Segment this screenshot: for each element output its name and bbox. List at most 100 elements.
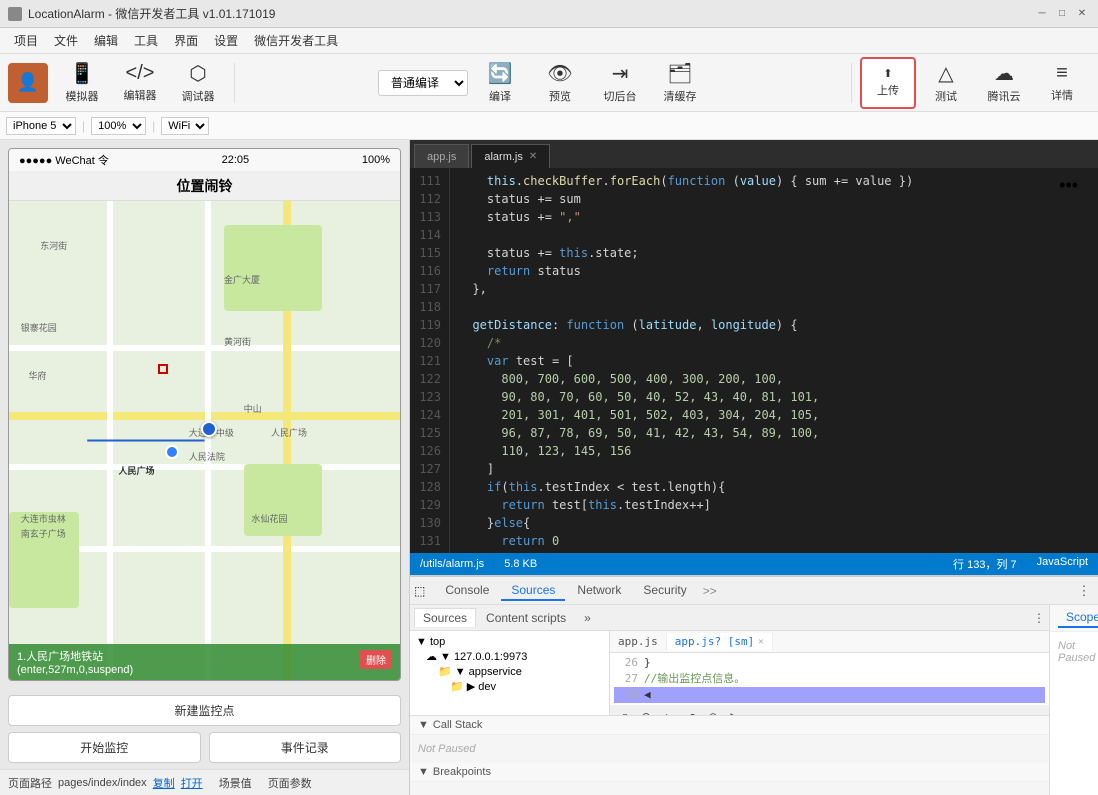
toolbar-right: ⬆ 上传 △ 测试 ☁ 腾讯云 ≡ 详情 <box>860 57 1090 109</box>
nav-title: 位置闹铃 <box>177 176 233 196</box>
page-path-label: 页面路径 <box>8 775 52 791</box>
compile-button[interactable]: 🔄 编译 <box>472 57 528 109</box>
user-avatar[interactable]: 👤 <box>8 63 48 103</box>
clearcache-icon: 🗂 <box>667 61 692 86</box>
tree-item-localhost[interactable]: ☁ ▼ 127.0.0.1:9973 <box>414 649 605 664</box>
devtools-tab-security[interactable]: Security <box>633 581 696 601</box>
cutback-button[interactable]: ⇥ 切后台 <box>592 57 648 109</box>
sources-options-icon[interactable]: ⋮ <box>1033 611 1045 625</box>
zoom-select-input[interactable]: 100% <box>91 117 146 135</box>
copy-path-link[interactable]: 复制 <box>153 775 175 791</box>
devtools-tabs: ⬚ Console Sources Network Security >> ⋮ <box>410 577 1098 605</box>
breakpoints-header[interactable]: ▼ Breakpoints <box>410 763 1049 782</box>
tree-item-appservice[interactable]: 📁 ▼ appservice <box>414 664 605 679</box>
resume-button[interactable]: ▶ <box>726 708 744 716</box>
details-button[interactable]: ≡ 详情 <box>1034 57 1090 109</box>
map-label-forest: 大连市虫林 <box>21 512 66 525</box>
editor-tab-close[interactable]: ✕ <box>529 151 537 162</box>
editor-button[interactable]: </> 编辑器 <box>112 57 168 109</box>
menu-wechat-devtools[interactable]: 微信开发者工具 <box>246 30 346 51</box>
devtools-tab-network[interactable]: Network <box>567 581 631 601</box>
clearcache-button[interactable]: 🗂 清缓存 <box>652 57 708 109</box>
minimize-button[interactable]: ─ <box>1034 6 1050 22</box>
src-tab-appjs-sm[interactable]: app.js? [sm] ✕ <box>667 633 773 650</box>
sources-subtab-contentscripts[interactable]: Content scripts <box>478 609 574 627</box>
map-view[interactable]: 东河街 银寨花园 金广大厦 黄河街 华府 中山 大连市中级 人民法院 人民广场 … <box>9 201 400 680</box>
map-label-plaza: 人民广场 <box>271 426 307 439</box>
editor-area: app.js alarm.js ✕ 111 112 113 114 115 11… <box>410 140 1098 575</box>
map-path <box>9 201 400 680</box>
menu-project[interactable]: 项目 <box>6 30 46 51</box>
step-over-button[interactable]: ↷ <box>638 708 656 716</box>
maximize-button[interactable]: □ <box>1054 6 1070 22</box>
sources-subtab-more[interactable]: » <box>576 609 599 627</box>
devtools-tab-console[interactable]: Console <box>435 581 499 601</box>
tencentcloud-button[interactable]: ☁ 腾讯云 <box>976 57 1032 109</box>
sources-code-body: 26 } 27 //输出监控点信息。 28 ◀ <box>610 653 1049 705</box>
call-stack-header[interactable]: ▼ Call Stack <box>410 716 1049 735</box>
code-editor[interactable]: this.checkBuffer.forEach(function (value… <box>450 168 1098 553</box>
details-icon: ≡ <box>1056 62 1068 85</box>
right-panel: app.js alarm.js ✕ 111 112 113 114 115 11… <box>410 140 1098 795</box>
device-select-input[interactable]: iPhone 5 iPhone 6 <box>6 117 76 135</box>
compile-select[interactable]: 普通编译 <box>378 70 468 96</box>
devtools-tab-sources[interactable]: Sources <box>501 581 565 601</box>
simulator-button[interactable]: 📱 模拟器 <box>54 57 110 109</box>
tree-item-top[interactable]: ▼ top <box>414 635 605 649</box>
network-selector[interactable]: WiFi <box>161 117 209 135</box>
devtools-scope-panel: Scope Watch Not Paused <box>1050 605 1098 795</box>
src-line-26: 26 } <box>614 655 1045 671</box>
title-bar: LocationAlarm - 微信开发者工具 v1.01.171019 ─ □… <box>0 0 1098 28</box>
simulator-screen: ●●●●● WeChat 令 22:05 100% 位置闹铃 ••• <box>8 148 401 681</box>
src-line-27: 27 //输出监控点信息。 <box>614 671 1045 687</box>
menu-settings[interactable]: 设置 <box>206 30 246 51</box>
toolbar-left: 👤 📱 模拟器 </> 编辑器 ⬡ 调试器 <box>8 57 226 109</box>
map-label-bank: 银寨花园 <box>21 321 57 334</box>
pause-button[interactable]: ⏸ <box>616 708 634 716</box>
network-select-input[interactable]: WiFi <box>161 117 209 135</box>
sources-file-tree: ▼ top ☁ ▼ 127.0.0.1:9973 📁 ▼ appservice <box>410 631 610 715</box>
debugger-icon: ⬡ <box>189 61 206 86</box>
src-tab-close-icon[interactable]: ✕ <box>758 637 763 647</box>
menu-tools[interactable]: 工具 <box>126 30 166 51</box>
debug-toolbar: ⏸ ↷ ↘ ↗ ⊘ ▶ <box>610 705 1049 715</box>
tree-item-dev[interactable]: 📁 ▶ dev <box>414 679 605 694</box>
scope-tab[interactable]: Scope <box>1058 608 1098 628</box>
menu-file[interactable]: 文件 <box>46 30 86 51</box>
src-line-28: 28 ◀ <box>614 687 1045 703</box>
device-selector[interactable]: iPhone 5 iPhone 6 <box>6 117 76 135</box>
step-into-button[interactable]: ↘ <box>660 708 678 716</box>
scope-status: Not Paused <box>1050 632 1098 672</box>
zoom-selector[interactable]: 100% <box>91 117 146 135</box>
delete-alarm-button[interactable]: 删除 <box>360 650 392 669</box>
menu-edit[interactable]: 编辑 <box>86 30 126 51</box>
map-label-subpark: 南玄子广场 <box>21 527 66 540</box>
tencentcloud-icon: ☁ <box>994 61 1014 86</box>
editor-content: 111 112 113 114 115 116 117 118 119 120 … <box>410 168 1098 553</box>
start-monitor-button[interactable]: 开始监控 <box>8 732 201 763</box>
upload-icon: ⬆ <box>883 67 892 80</box>
event-log-button[interactable]: 事件记录 <box>209 732 402 763</box>
debugger-button[interactable]: ⬡ 调试器 <box>170 57 226 109</box>
preview-button[interactable]: 👁 预览 <box>532 57 588 109</box>
page-path-bar: 页面路径 pages/index/index 复制 打开 场景值 页面参数 <box>0 769 409 795</box>
editor-tab-alarmjs[interactable]: alarm.js ✕ <box>471 144 550 168</box>
new-checkpoint-button[interactable]: 新建监控点 <box>8 695 401 726</box>
src-tab-appjs[interactable]: app.js <box>610 633 667 650</box>
sources-subtabs: Sources Content scripts » ⋮ <box>410 605 1049 631</box>
call-stack-status: Not Paused <box>410 735 1049 763</box>
open-path-link[interactable]: 打开 <box>181 775 203 791</box>
sources-subtab-sources[interactable]: Sources <box>414 608 476 627</box>
menu-interface[interactable]: 界面 <box>166 30 206 51</box>
step-out-button[interactable]: ↗ <box>682 708 700 716</box>
map-content[interactable]: 东河街 银寨花园 金广大厦 黄河街 华府 中山 大连市中级 人民法院 人民广场 … <box>9 201 400 680</box>
close-button[interactable]: ✕ <box>1074 6 1090 22</box>
editor-tab-appjs[interactable]: app.js <box>414 144 469 168</box>
upload-button[interactable]: ⬆ 上传 <box>860 57 916 109</box>
devtools-inspect-icon[interactable]: ⬚ <box>414 584 425 598</box>
devtools-settings-btn[interactable]: ⋮ <box>1074 581 1094 601</box>
devtools-more-tabs[interactable]: >> <box>703 584 717 598</box>
deactivate-button[interactable]: ⊘ <box>704 708 722 716</box>
test-button[interactable]: △ 测试 <box>918 57 974 109</box>
menu-bar: 项目 文件 编辑 工具 界面 设置 微信开发者工具 <box>0 28 1098 54</box>
